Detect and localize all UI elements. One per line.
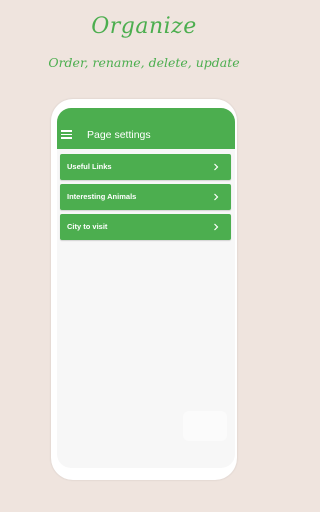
page-item-label: City to visit [67,222,108,231]
hamburger-menu-icon[interactable] [61,130,72,139]
app-bar: Page settings [57,108,235,149]
page-item-city-to-visit[interactable]: City to visit [60,214,231,240]
promo-title: Organize [91,14,197,39]
chevron-right-icon [214,193,219,201]
promo-subtitle: Order, rename, delete, update [48,55,240,70]
faded-overlay [183,411,227,441]
page-item-label: Useful Links [67,162,112,171]
chevron-right-icon [214,223,219,231]
page-item-interesting-animals[interactable]: Interesting Animals [60,184,231,210]
app-bar-title: Page settings [87,129,151,141]
chevron-right-icon [214,163,219,171]
page-item-label: Interesting Animals [67,192,137,201]
page-item-useful-links[interactable]: Useful Links [60,154,231,180]
page-list: Useful Links Interesting Animals City to… [60,154,231,244]
app-screen: Page settings Useful Links Interesting A… [57,108,235,468]
